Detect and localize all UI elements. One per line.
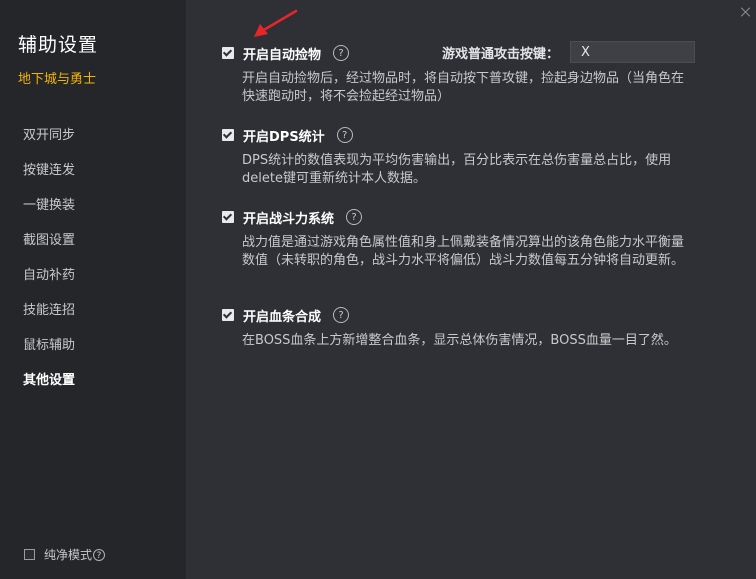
auto-pickup-description: 开启自动捡物后，经过物品时，将自动按下普攻键，捡起身边物品（当角色在快速跑动时，… xyxy=(242,71,685,104)
pure-mode-toggle[interactable]: 纯净模式 ? xyxy=(24,546,106,563)
combat-power-description: 战力值是通过游戏角色属性值和身上佩戴装备情况算出的该角色能力水平衡量数值（未转职… xyxy=(242,235,685,268)
health-bar-label: 开启血条合成 xyxy=(243,309,322,325)
sidebar-item-mouse-assist[interactable]: 鼠标辅助 xyxy=(0,328,186,363)
dps-stats-label: 开启DPS统计 xyxy=(243,129,325,145)
sidebar-item-skill-combo[interactable]: 技能连招 xyxy=(0,293,186,328)
auto-pickup-checkbox[interactable] xyxy=(222,47,234,59)
sidebar-title: 辅助设置 xyxy=(18,34,99,56)
dps-stats-checkbox[interactable] xyxy=(222,129,234,141)
sidebar-item-quick-equip[interactable]: 一键换装 xyxy=(0,188,186,223)
auto-pickup-label: 开启自动捡物 xyxy=(243,47,322,63)
sidebar-item-dual-sync[interactable]: 双开同步 xyxy=(0,118,186,153)
sidebar: 辅助设置 地下城与勇士 双开同步 按键连发 一键换装 截图设置 自动补药 技能连… xyxy=(0,0,186,579)
close-icon[interactable] xyxy=(740,6,752,18)
option-dps-stats: 开启DPS统计 ? DPS统计的数值表现为平均伤害输出，百分比表示在总伤害量总占… xyxy=(222,125,692,188)
dps-stats-description: DPS统计的数值表现为平均伤害输出，百分比表示在总伤害量总占比，使用delete… xyxy=(242,153,672,186)
option-health-bar: 开启血条合成 ? 在BOSS血条上方新增整合血条，显示总体伤害情况，BOSS血量… xyxy=(222,305,692,350)
combat-power-checkbox[interactable] xyxy=(222,211,234,223)
help-icon[interactable]: ? xyxy=(333,307,350,323)
help-icon[interactable]: ? xyxy=(336,127,353,143)
attack-hotkey: 游戏普通攻击按键： xyxy=(442,41,696,63)
option-combat-power: 开启战斗力系统 ? 战力值是通过游戏角色属性值和身上佩戴装备情况算出的该角色能力… xyxy=(222,207,692,270)
sidebar-item-auto-potion[interactable]: 自动补药 xyxy=(0,258,186,293)
settings-window: 辅助设置 地下城与勇士 双开同步 按键连发 一键换装 截图设置 自动补药 技能连… xyxy=(0,0,756,579)
attack-hotkey-input[interactable] xyxy=(570,41,696,63)
annotation-arrow-icon xyxy=(254,9,298,37)
combat-power-label: 开启战斗力系统 xyxy=(243,211,335,227)
health-bar-checkbox[interactable] xyxy=(222,309,234,321)
pure-mode-label: 纯净模式 xyxy=(44,548,93,562)
sidebar-nav: 双开同步 按键连发 一键换装 截图设置 自动补药 技能连招 鼠标辅助 其他设置 xyxy=(0,118,186,398)
sidebar-item-screenshot[interactable]: 截图设置 xyxy=(0,223,186,258)
sidebar-item-other-settings[interactable]: 其他设置 xyxy=(0,363,186,398)
pure-mode-checkbox[interactable] xyxy=(24,549,35,560)
help-icon[interactable]: ? xyxy=(346,209,363,225)
settings-panel: 开启自动捡物 ? 开启自动捡物后，经过物品时，将自动按下普攻键，捡起身边物品（当… xyxy=(186,0,756,579)
help-icon[interactable]: ? xyxy=(333,45,350,61)
sidebar-item-key-repeat[interactable]: 按键连发 xyxy=(0,153,186,188)
attack-hotkey-label: 游戏普通攻击按键： xyxy=(442,46,560,62)
health-bar-description: 在BOSS血条上方新增整合血条，显示总体伤害情况，BOSS血量一目了然。 xyxy=(242,333,677,348)
help-icon[interactable]: ? xyxy=(93,548,106,561)
game-name: 地下城与勇士 xyxy=(18,72,97,87)
